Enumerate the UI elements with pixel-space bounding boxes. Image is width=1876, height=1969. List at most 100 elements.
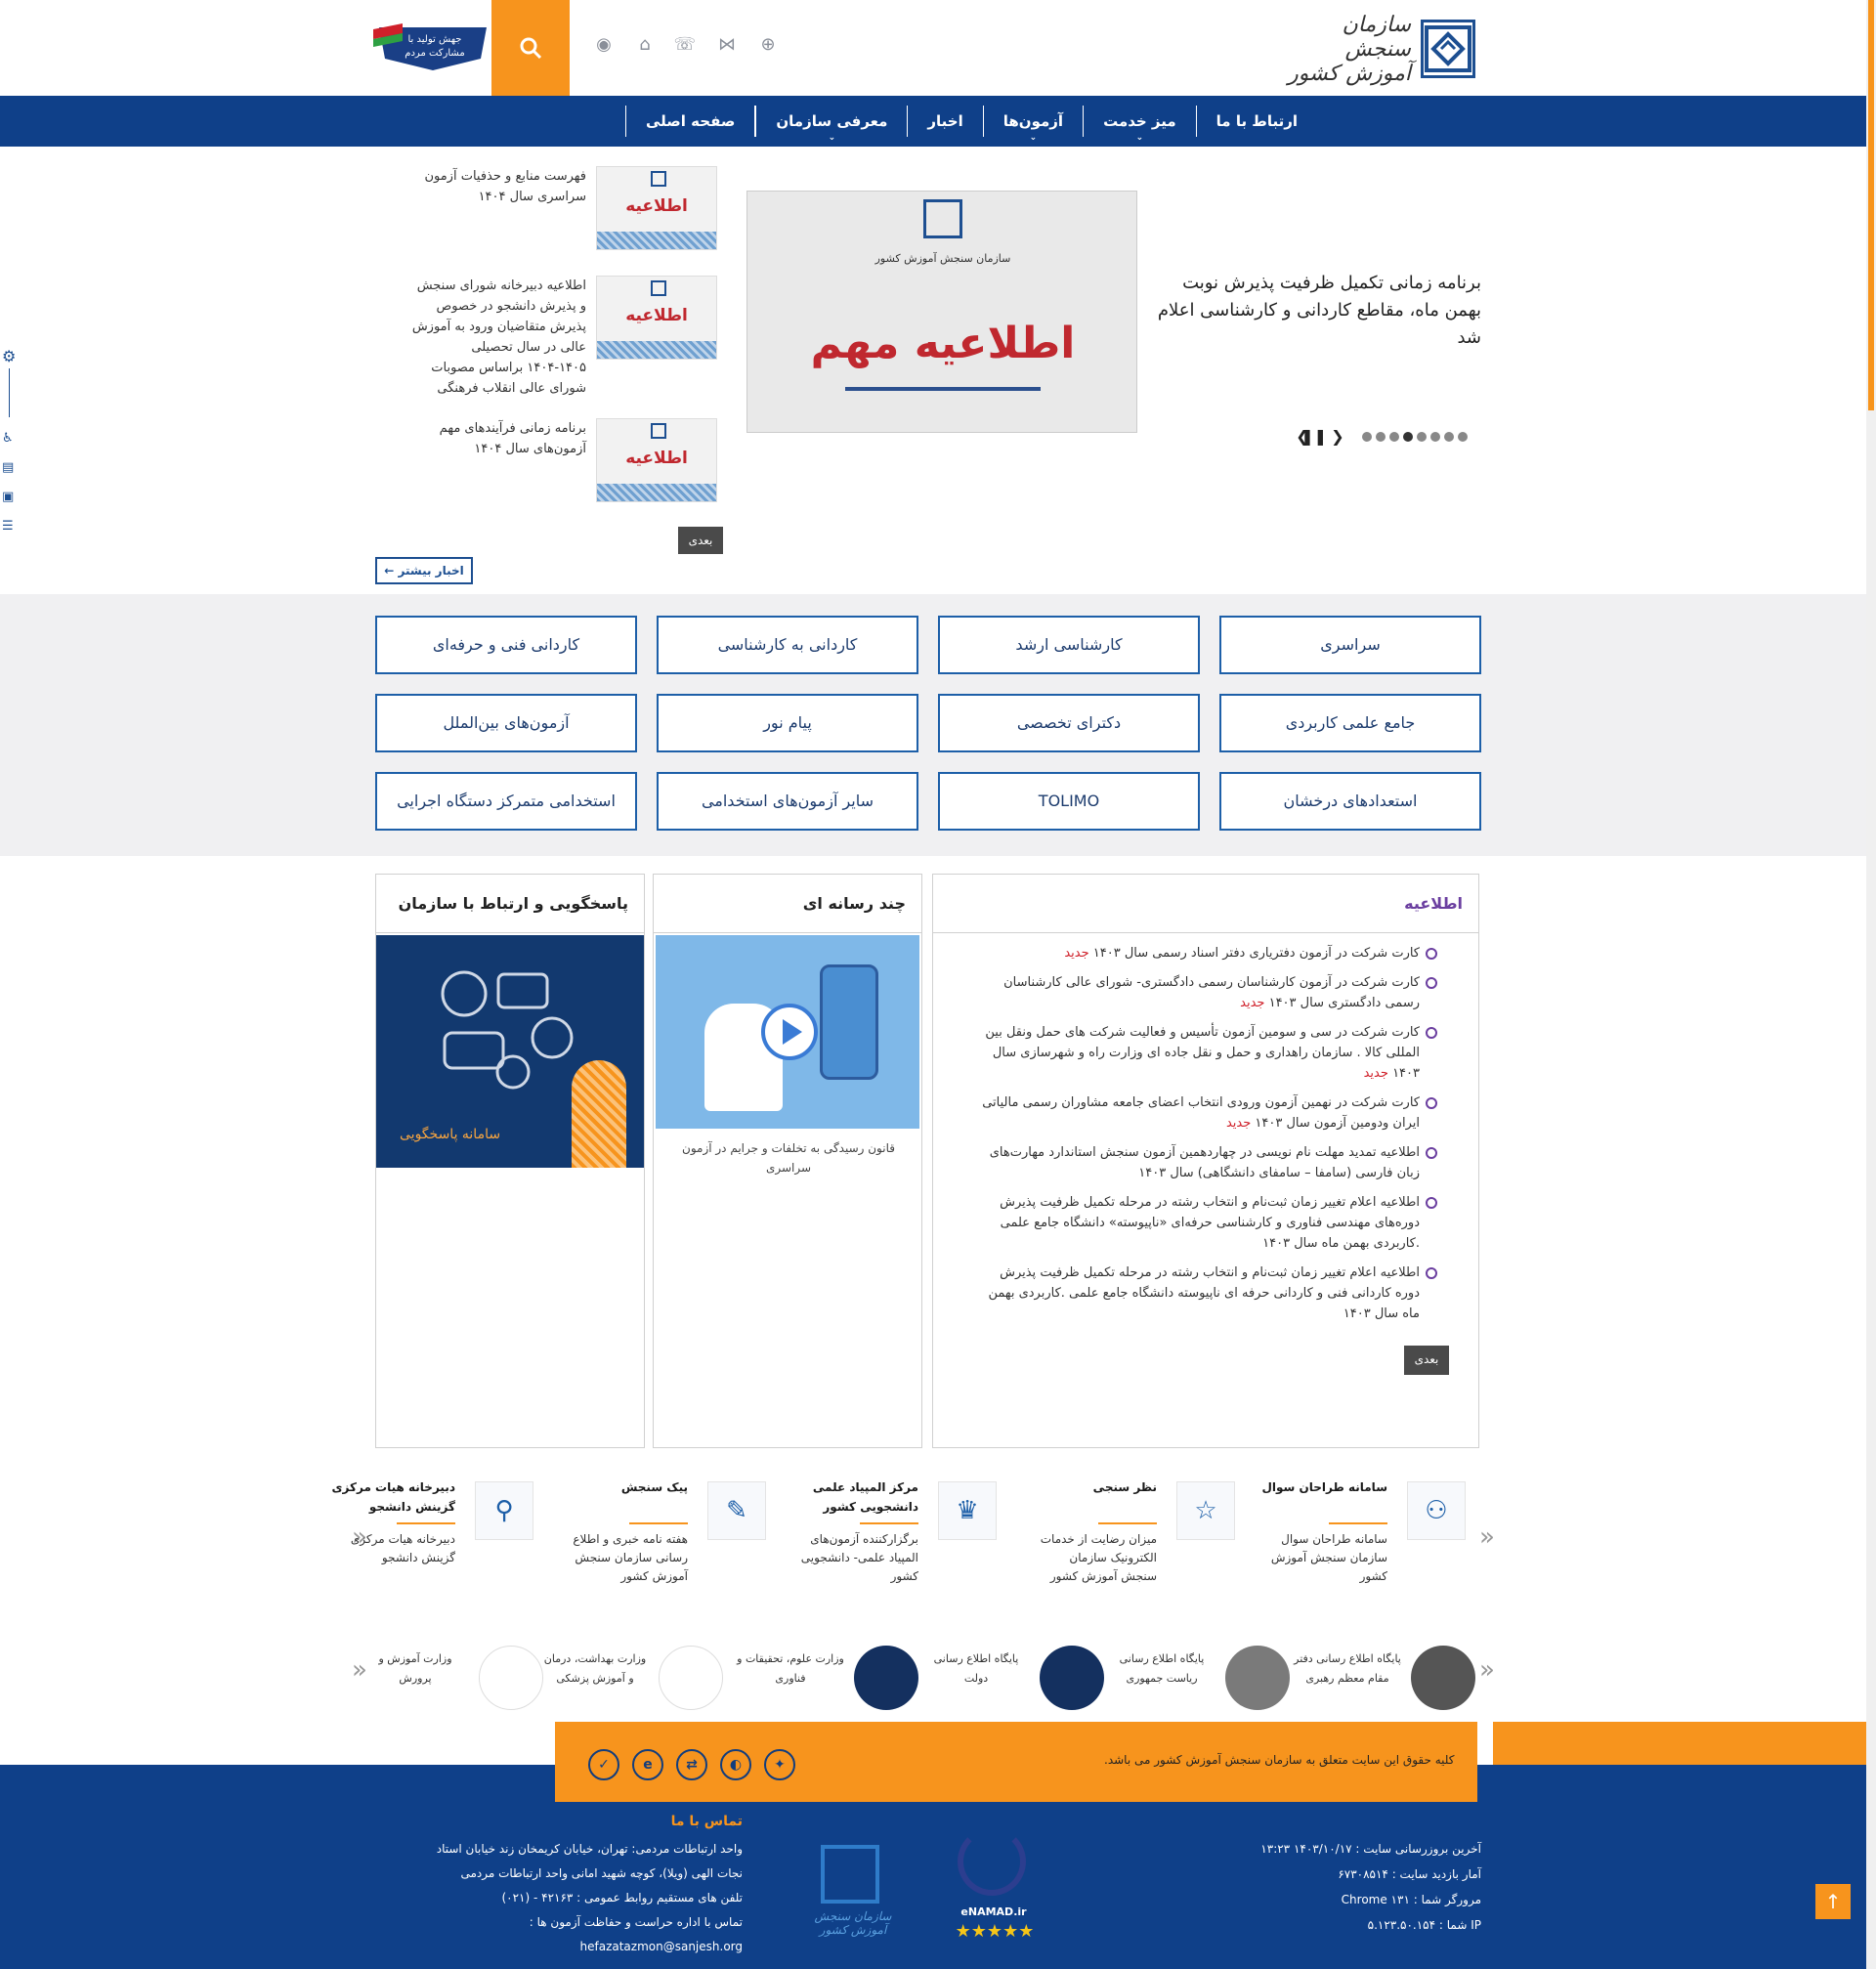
service-item[interactable]: ⚲ دبیرخانه هیات مرکزی گزینش دانشجو دبیرخان…: [328, 1474, 533, 1601]
nav-about[interactable]: معرفی سازمان ⌄: [755, 106, 907, 143]
exam-category-button[interactable]: استعدادهای درخشان: [1219, 772, 1481, 831]
document-icon[interactable]: ▤: [2, 460, 14, 475]
support-banner[interactable]: سامانه پاسخگویی: [376, 935, 644, 1168]
nav-news[interactable]: اخبار: [907, 106, 982, 137]
side-news-next-button[interactable]: بعدی: [678, 527, 723, 554]
nav-home[interactable]: صفحه اصلی: [625, 106, 756, 137]
footer-contact-line[interactable]: hefazatazmon@sanjesh.org: [371, 1935, 744, 1958]
external-link[interactable]: پایگاه اطلاع رسانی دولت: [928, 1638, 1104, 1716]
slider-dot[interactable]: [1444, 431, 1454, 442]
notice-item[interactable]: کارت شرکت در آزمون دفتریاری دفتر اسناد ر…: [972, 943, 1437, 963]
notice-item[interactable]: اطلاعیه اعلام تغییر زمان ثبت‌نام و انتخا…: [972, 1192, 1437, 1254]
media-caption[interactable]: قانون رسیدگی به تخلفات و جرایم در آزمون …: [673, 1138, 904, 1177]
share-icon[interactable]: ⋈: [717, 35, 737, 55]
scrollbar-thumb[interactable]: [1868, 0, 1874, 410]
soroush-icon[interactable]: ✦: [764, 1749, 795, 1780]
olympiad-icon: ♛: [938, 1481, 997, 1540]
service-item[interactable]: ✎ پیک سنجش هفته نامه خبری و اطلاع رسانی سا…: [561, 1474, 766, 1601]
globe-icon[interactable]: ⊕: [758, 35, 778, 55]
accessibility-icon[interactable]: ♿: [2, 431, 14, 446]
thumb-label: اطلاعیه: [625, 306, 688, 325]
external-link[interactable]: وزارت علوم، تحقیقات و فناوری: [737, 1638, 918, 1716]
notice-item[interactable]: اطلاعیه اعلام تغییر زمان ثبت‌نام و انتخا…: [972, 1263, 1437, 1324]
contact-box-title: پاسخگویی و ارتباط با سازمان: [376, 875, 644, 933]
notice-next-button[interactable]: بعدی: [1404, 1346, 1449, 1375]
scroll-to-top-button[interactable]: ↑: [1815, 1884, 1851, 1919]
news-title[interactable]: اطلاعیه دبیرخانه شورای سنجش و پذیرش دانش…: [410, 276, 586, 399]
play-icon[interactable]: [761, 1004, 818, 1060]
exam-category-button[interactable]: جامع علمی کاربردی: [1219, 694, 1481, 752]
link-title: پایگاه اطلاع رسانی ریاست جمهوری: [1119, 1652, 1205, 1685]
side-news-item[interactable]: اطلاعیه برنامه زمانی فرآیندهای مهم آزمون…: [405, 418, 717, 502]
exam-category-button[interactable]: کاردانی فنی و حرفه‌ای: [375, 616, 637, 674]
nav-service-desk[interactable]: میز خدمت ⌄: [1083, 106, 1196, 143]
exam-category-button[interactable]: کاردانی به کارشناسی: [657, 616, 918, 674]
side-news-item[interactable]: اطلاعیه فهرست منابع و حذفیات آزمون سراسر…: [405, 166, 717, 250]
media-video-thumbnail[interactable]: [656, 935, 919, 1129]
notice-item-text: اطلاعیه اعلام تغییر زمان ثبت‌نام و انتخا…: [988, 1265, 1420, 1321]
search-button[interactable]: [491, 0, 570, 96]
external-link[interactable]: وزارت آموزش و پرورش: [367, 1638, 543, 1716]
slider-dot[interactable]: [1417, 431, 1427, 442]
notice-item[interactable]: کارت شرکت در سی و سومین آزمون تأسیس و فع…: [972, 1022, 1437, 1084]
exam-category-button[interactable]: کارشناسی ارشد: [938, 616, 1200, 674]
aparat-icon[interactable]: ✓: [588, 1749, 619, 1780]
rubika-icon[interactable]: ⇄: [676, 1749, 707, 1780]
slider-pause-icon[interactable]: ❚❚: [1300, 427, 1327, 446]
services-next-arrow-icon[interactable]: «: [1479, 1522, 1495, 1552]
slider-dot[interactable]: [1430, 431, 1440, 442]
notice-item-text: کارت شرکت در نهمین آزمون ورودی انتخاب اع…: [982, 1095, 1420, 1131]
slider-dot[interactable]: [1458, 431, 1468, 442]
camera-icon[interactable]: ▣: [2, 490, 14, 504]
links-next-arrow-icon[interactable]: «: [1479, 1655, 1495, 1685]
thumb-label: اطلاعیه: [625, 196, 688, 216]
notice-item-text: اطلاعیه تمدید مهلت نام نویسی در چهاردهمی…: [989, 1145, 1420, 1180]
news-title[interactable]: فهرست منابع و حذفیات آزمون سراسری سال ۱۴…: [420, 166, 586, 250]
news-thumbnail: اطلاعیه: [596, 276, 717, 360]
news-title[interactable]: برنامه زمانی فرآیندهای مهم آزمون‌های سال…: [420, 418, 586, 502]
phone-icon[interactable]: ☏: [673, 35, 696, 55]
external-link[interactable]: پایگاه اطلاع رسانی ریاست جمهوری: [1114, 1638, 1290, 1716]
notice-list: کارت شرکت در آزمون دفتریاری دفتر اسناد ر…: [933, 933, 1478, 1324]
rss-icon[interactable]: ◉: [594, 35, 614, 55]
notice-item[interactable]: اطلاعیه تمدید مهلت نام نویسی در چهاردهمی…: [972, 1142, 1437, 1183]
service-item[interactable]: ⚇ سامانه طراحان سوال سامانه طراحان سوال سا…: [1260, 1474, 1466, 1601]
notice-item[interactable]: کارت شرکت در آزمون کارشناسان رسمی دادگست…: [972, 972, 1437, 1013]
slider-image[interactable]: سازمان سنجش آموزش کشور اطلاعیه مهم: [746, 191, 1137, 433]
slider-dot[interactable]: [1403, 431, 1413, 442]
service-underline: [1098, 1522, 1157, 1524]
side-news-item[interactable]: اطلاعیه اطلاعیه دبیرخانه شورای سنجش و پذ…: [405, 276, 717, 399]
exam-category-button[interactable]: استخدامی متمرکز دستگاه اجرایی: [375, 772, 637, 831]
nav-contact[interactable]: ارتباط با ما: [1195, 106, 1317, 137]
more-news-button[interactable]: اخبار بیشتر ←: [375, 557, 473, 584]
external-link[interactable]: وزارت بهداشت، درمان و آموزش پزشکی: [544, 1638, 723, 1716]
campaign-badge[interactable]: جهش تولید با مشارکت مردم: [373, 20, 492, 74]
slider-title[interactable]: برنامه زمانی تکمیل ظرفیت پذیرش نوبت بهمن…: [1141, 270, 1481, 352]
bale-icon[interactable]: ◐: [720, 1749, 751, 1780]
exam-category-button[interactable]: دکترای تخصصی: [938, 694, 1200, 752]
site-logo[interactable]: سازمان سنجش آموزش کشور: [1280, 13, 1475, 86]
service-item[interactable]: ♛ مرکز المپیاد علمی دانشجویی کشور برگزارکن…: [791, 1474, 997, 1601]
link-title: وزارت علوم، تحقیقات و فناوری: [737, 1652, 844, 1685]
nav-exams[interactable]: آزمون‌ها ⌄: [982, 106, 1083, 143]
slider-prev-icon[interactable]: ❯: [1296, 427, 1309, 446]
chat-icon[interactable]: ☰: [2, 519, 14, 534]
eitaa-icon[interactable]: e: [632, 1749, 663, 1780]
exam-category-button[interactable]: سراسری: [1219, 616, 1481, 674]
settings-icon[interactable]: ⚙: [2, 347, 16, 365]
notice-item[interactable]: کارت شرکت در نهمین آزمون ورودی انتخاب اع…: [972, 1092, 1437, 1134]
enamad-badge[interactable]: eNAMAD.ir ★★★★★: [940, 1823, 1047, 1950]
slider-next-icon[interactable]: ❮: [1331, 427, 1344, 446]
exam-category-button[interactable]: آزمون‌های بین‌الملل: [375, 694, 637, 752]
slider-dot[interactable]: [1376, 431, 1386, 442]
exam-category-button[interactable]: پیام نور: [657, 694, 918, 752]
link-title: پایگاه اطلاع رسانی دفتر مقام معظم رهبری: [1294, 1652, 1401, 1685]
exam-category-button[interactable]: سایر آزمون‌های استخدامی: [657, 772, 918, 831]
service-item[interactable]: ☆ نظر سنجی میزان رضایت از خدمات الکترونیک …: [1030, 1474, 1235, 1601]
external-link[interactable]: پایگاه اطلاع رسانی دفتر مقام معظم رهبری: [1294, 1638, 1475, 1716]
exam-category-button[interactable]: TOLIMO: [938, 772, 1200, 831]
slider-dot[interactable]: [1362, 431, 1372, 442]
footer-logo[interactable]: سازمان سنجش آموزش کشور: [799, 1841, 907, 1948]
slider-dot[interactable]: [1389, 431, 1399, 442]
home-icon[interactable]: ⌂: [635, 35, 655, 55]
